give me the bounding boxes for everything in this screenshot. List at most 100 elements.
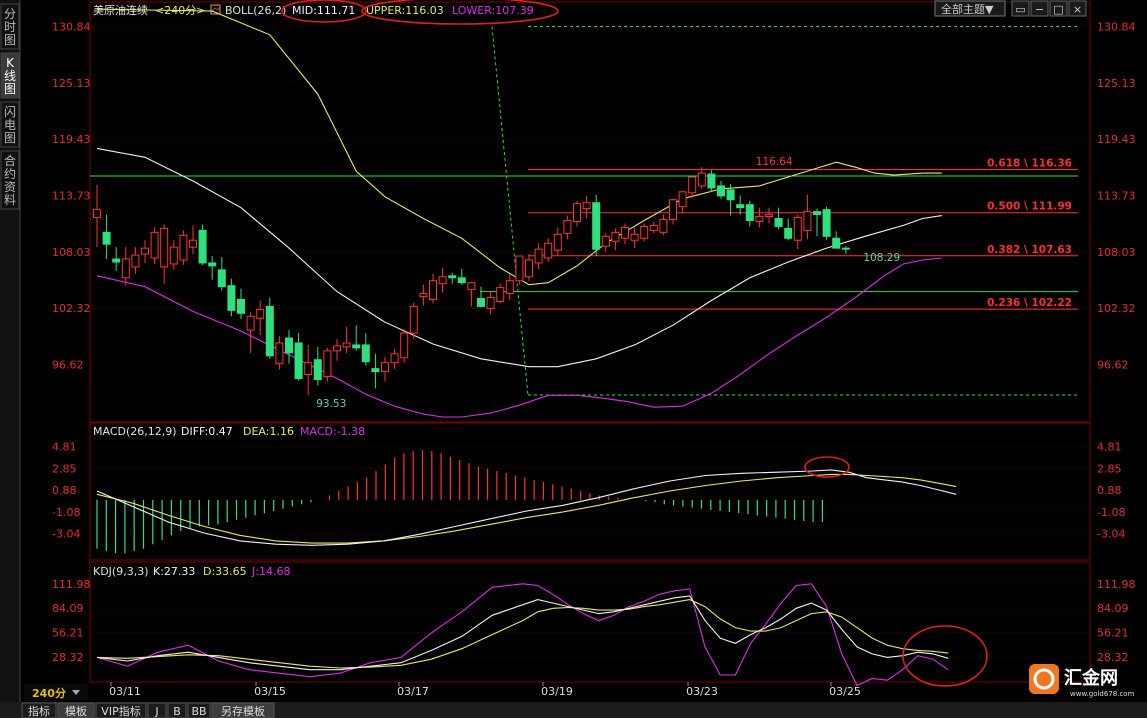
- candle-body: [544, 242, 553, 259]
- candle-body: [601, 235, 610, 247]
- price-tick-right: 113.73: [1097, 190, 1136, 203]
- price-tick-right: 96.62: [1097, 358, 1129, 371]
- bottom-tab-3[interactable]: J: [147, 702, 167, 718]
- bottom-tab-2[interactable]: VIP指标: [95, 702, 147, 718]
- candle-body: [467, 282, 476, 291]
- candle-body: [611, 231, 620, 242]
- bottom-tabs[interactable]: 指标 模板 VIP指标 J B BB 另存模板: [21, 702, 275, 718]
- price-tick-left: 119.43: [52, 133, 91, 146]
- bottom-tab-4[interactable]: B: [167, 702, 187, 718]
- candle-body: [323, 350, 332, 378]
- price-axis-left: 130.84 125.13 119.43 113.73 108.03 102.32 96.6…: [52, 21, 91, 372]
- price-tick-left: 125.13: [52, 77, 91, 90]
- price-tick-left: 96.62: [52, 358, 84, 371]
- candle-body: [169, 246, 178, 265]
- macd-dea: DEA:1.16: [243, 425, 294, 438]
- candle-body: [582, 202, 591, 210]
- kdj-lines: [96, 583, 949, 687]
- candle-body: [822, 209, 831, 237]
- period-badge[interactable]: 240分: [24, 684, 88, 701]
- candle-body: [784, 227, 793, 239]
- candle-body: [688, 176, 697, 194]
- candle-body: [275, 342, 284, 365]
- candle-body: [237, 299, 245, 314]
- kdj-annotation-circle: [902, 625, 988, 687]
- bottom-tab-label: 模板: [65, 704, 87, 718]
- watermark: 汇金网 www.gold678.com: [1029, 664, 1135, 698]
- left-tab-label: 合约资料: [4, 153, 16, 207]
- bottom-tab-label: BB: [191, 705, 206, 718]
- theme-button[interactable]: 全部主题▼: [934, 0, 1006, 17]
- left-tab-0[interactable]: 分时图: [0, 3, 20, 50]
- macd-tick-right: 2.85: [1097, 462, 1122, 475]
- macd-tick-right: -1.08: [1097, 506, 1125, 519]
- left-tab-2[interactable]: 闪电图: [0, 101, 20, 148]
- macd-diff: DIFF:0.47: [181, 425, 233, 438]
- candle-body: [803, 211, 812, 231]
- bottom-tab-6[interactable]: 另存模板: [211, 702, 275, 718]
- kdj-tick-left: 111.98: [52, 578, 91, 591]
- candle-body: [755, 216, 764, 222]
- window-button-1[interactable]: −: [1030, 0, 1049, 17]
- candle-body: [841, 247, 850, 250]
- x-axis-label: 03/17: [397, 685, 429, 698]
- bottom-tab-1[interactable]: 模板: [57, 702, 95, 718]
- boll-upper-line: [96, 8, 942, 286]
- price-annotations: 116.64 93.53 108.29: [316, 156, 900, 410]
- window-button-0[interactable]: ▭: [1011, 0, 1030, 17]
- window-button-glyph: ▭: [1015, 3, 1025, 16]
- left-tab-3[interactable]: 合约资料: [0, 150, 20, 210]
- candle-body: [477, 298, 485, 307]
- macd-label: MACD(26,12,9): [93, 425, 177, 438]
- window-button-3[interactable]: ×: [1068, 0, 1087, 17]
- window-button-glyph: □: [1053, 3, 1063, 16]
- bottom-tab-label: B: [173, 705, 181, 718]
- macd-lines: [96, 469, 957, 546]
- left-tabs[interactable]: 分时图 K 线图闪电图合约资料: [0, 3, 20, 210]
- candle-body: [361, 344, 370, 363]
- period-badge-label: 240分: [32, 686, 66, 700]
- candle-body: [553, 233, 562, 251]
- chart-area[interactable]: 分时图 K 线图闪电图合约资料 美原油连续 <240分> BOLL(26,2) MI…: [0, 0, 1147, 718]
- candlesticks: [93, 167, 850, 396]
- window-button-2[interactable]: □: [1049, 0, 1068, 17]
- candle-body: [429, 280, 437, 301]
- fib-level-label: 0.382 \ 107.63: [987, 244, 1072, 256]
- candle-body: [717, 185, 725, 197]
- kdj-tick-left: 56.21: [52, 627, 84, 640]
- candle-body: [793, 217, 802, 241]
- kdj-label: KDJ(9,3,3): [93, 565, 149, 578]
- kdj-tick-right: 28.32: [1097, 651, 1129, 664]
- price-tick-right: 119.43: [1097, 133, 1136, 146]
- candle-body: [141, 247, 149, 255]
- macd-annotation-circle: [804, 456, 850, 478]
- window-buttons[interactable]: ▭ − □ ×: [1011, 0, 1087, 17]
- candle-body: [227, 285, 236, 311]
- candle-body: [304, 362, 313, 376]
- price-tick-left: 113.73: [52, 190, 91, 203]
- window-button-glyph: ×: [1073, 3, 1082, 16]
- macd-tick-left: -1.08: [52, 506, 80, 519]
- kdj-k: K:27.33: [153, 565, 195, 578]
- fib-trend-line: [491, 26, 529, 396]
- price-tick-left: 102.32: [52, 302, 91, 315]
- candle-body: [179, 234, 188, 261]
- left-tab-1[interactable]: K 线图: [0, 52, 20, 99]
- bottom-tab-0[interactable]: 指标: [21, 702, 57, 718]
- macd-macd: MACD:-1.38: [300, 425, 365, 438]
- candle-body: [496, 287, 505, 302]
- kdj-tick-left: 84.09: [52, 602, 84, 615]
- macd-axis-right: 4.81 2.85 0.88 -1.08 -3.04: [1097, 441, 1125, 541]
- candle-body: [112, 258, 121, 263]
- macd-tick-left: -3.04: [52, 528, 80, 541]
- top-bar: 美原油连续 <240分> BOLL(26,2) MID:111.71 UPPER…: [93, 0, 1087, 25]
- fib-level-label: 0.618 \ 116.36: [987, 158, 1072, 170]
- candle-body: [265, 305, 274, 357]
- candle-body: [707, 173, 716, 189]
- window-button-glyph: −: [1035, 3, 1044, 16]
- candle-body: [390, 353, 399, 364]
- candle-body: [409, 305, 418, 334]
- candle-body: [93, 209, 101, 219]
- bottom-tab-5[interactable]: BB: [187, 702, 211, 718]
- candle-body: [285, 337, 293, 354]
